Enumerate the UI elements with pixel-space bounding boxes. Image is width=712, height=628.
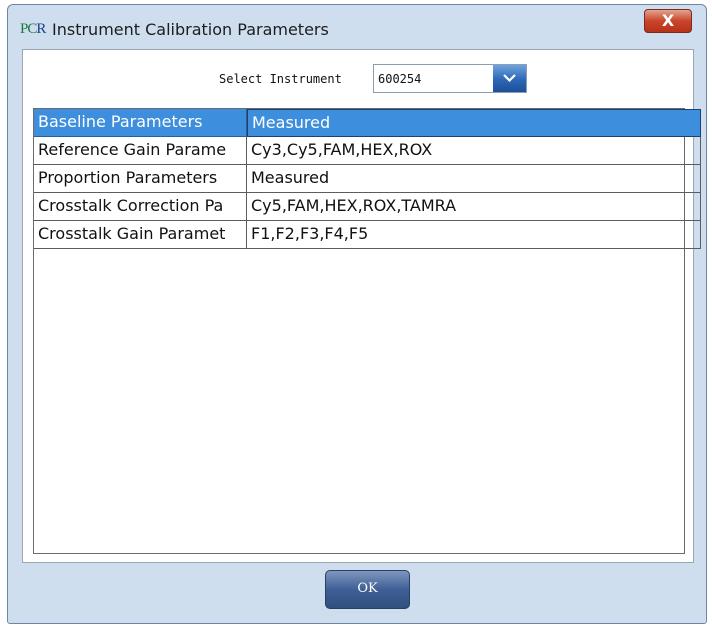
window-title: Instrument Calibration Parameters (52, 20, 329, 39)
table-row[interactable]: Reference Gain Parame Cy3,Cy5,FAM,HEX,RO… (34, 137, 701, 165)
close-icon: X (661, 11, 675, 30)
parameters-table: Baseline Parameters Measured Reference G… (33, 108, 701, 554)
table-cell: Reference Gain Parame (34, 137, 247, 165)
table-cell: Crosstalk Gain Paramet (34, 221, 247, 249)
title-bar[interactable]: PCR Instrument Calibration Parameters X (8, 5, 706, 49)
close-button[interactable]: X (644, 9, 692, 33)
table-row[interactable]: Crosstalk Gain Paramet F1,F2,F3,F4,F5 (34, 221, 701, 249)
table-cell: Crosstalk Correction Pa (34, 193, 247, 221)
ok-button[interactable]: OK (325, 570, 410, 609)
app-logo: PCR (20, 21, 46, 37)
content-panel: Select Instrument 600254 Baseline Parame… (22, 49, 701, 563)
chevron-down-icon (503, 74, 516, 82)
table-cell: Measured (247, 165, 701, 193)
table-cell: Cy5,FAM,HEX,ROX,TAMRA (247, 193, 701, 221)
select-instrument-label: Select Instrument (219, 72, 342, 86)
table-row[interactable]: Proportion Parameters Measured (34, 165, 701, 193)
table-cell: Cy3,Cy5,FAM,HEX,ROX (247, 137, 701, 165)
table-row[interactable]: Crosstalk Correction Pa Cy5,FAM,HEX,ROX,… (34, 193, 701, 221)
instrument-select[interactable]: 600254 (373, 64, 527, 93)
instrument-selector-row: Select Instrument 600254 (23, 64, 693, 94)
dropdown-button[interactable] (493, 65, 526, 92)
table-cell: F1,F2,F3,F4,F5 (247, 221, 701, 249)
dialog-footer: OK (22, 565, 694, 617)
instrument-select-value: 600254 (378, 72, 422, 86)
table-header-row: Baseline Parameters Measured (34, 109, 701, 137)
dialog-window: PCR Instrument Calibration Parameters X … (7, 4, 707, 624)
header-cell[interactable]: Measured (247, 109, 701, 137)
header-cell[interactable]: Baseline Parameters (34, 109, 247, 137)
table-cell: Proportion Parameters (34, 165, 247, 193)
